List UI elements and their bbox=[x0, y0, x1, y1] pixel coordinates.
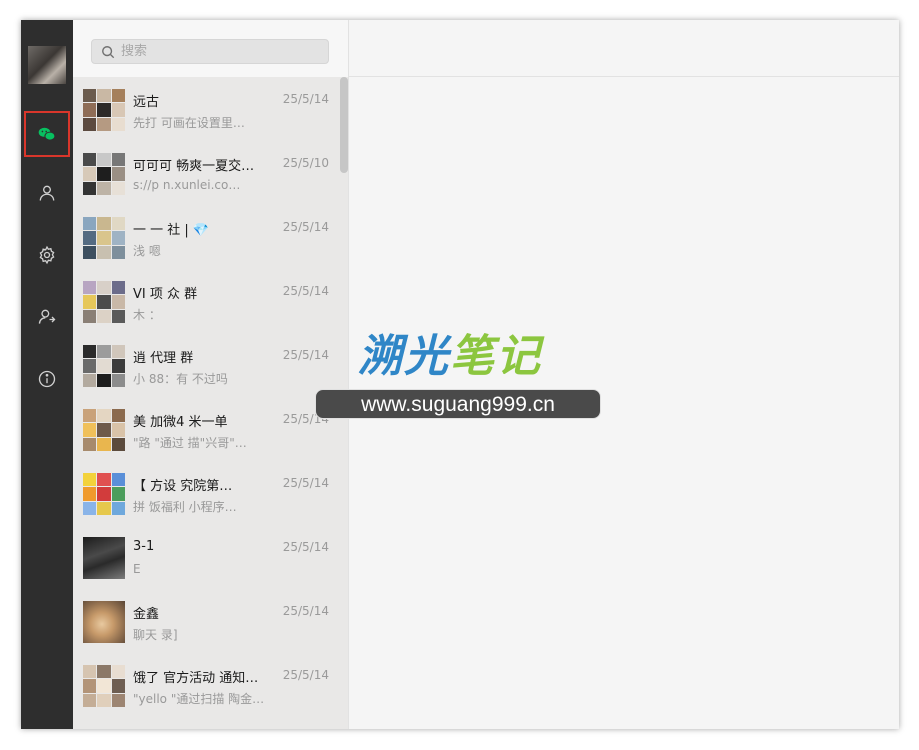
search-area bbox=[73, 20, 348, 77]
gear-icon bbox=[39, 245, 55, 265]
chat-preview: "yello "通过扫描 陶金… bbox=[133, 692, 265, 706]
chat-time: 25/5/14 bbox=[282, 604, 329, 618]
sidebar-item-chats[interactable] bbox=[24, 111, 70, 157]
chat-item[interactable]: 金鑫 聊天 录] 25/5/14 bbox=[73, 589, 341, 653]
chat-time: 25/5/14 bbox=[282, 284, 329, 298]
chat-list: 远古 先打 可画在设置里… 25/5/14 可可可 畅爽一夏交… s://p n… bbox=[73, 77, 348, 729]
user-avatar[interactable] bbox=[28, 46, 66, 84]
watermark-logo-part2: 笔记 bbox=[450, 331, 542, 382]
chat-avatar bbox=[83, 345, 125, 387]
sidebar-item-account[interactable] bbox=[26, 296, 68, 338]
person-icon bbox=[39, 185, 55, 201]
person-switch-icon bbox=[38, 309, 56, 324]
sidebar-item-about[interactable] bbox=[26, 358, 68, 400]
chat-avatar bbox=[83, 601, 125, 643]
chat-list-pane: 远古 先打 可画在设置里… 25/5/14 可可可 畅爽一夏交… s://p n… bbox=[73, 20, 348, 729]
chat-item[interactable]: 一 一 社 | 💎 浅 嗯 25/5/14 bbox=[73, 205, 341, 269]
chat-name: 美 加微4 米一单 bbox=[133, 415, 228, 430]
chat-name: 可可可 畅爽一夏交… bbox=[133, 159, 255, 174]
search-box[interactable] bbox=[91, 39, 329, 64]
chat-time: 25/5/14 bbox=[282, 348, 329, 362]
chat-preview: 木 ： bbox=[133, 308, 161, 322]
chat-bubbles-icon bbox=[38, 127, 56, 141]
chat-preview: 聊天 录] bbox=[133, 628, 178, 642]
chat-avatar bbox=[83, 153, 125, 195]
search-input[interactable] bbox=[119, 43, 323, 60]
chat-time: 25/5/14 bbox=[282, 540, 329, 554]
chat-avatar bbox=[83, 537, 125, 579]
chat-time: 25/5/10 bbox=[282, 156, 329, 170]
sidebar-item-contacts[interactable] bbox=[26, 172, 68, 214]
chat-time: 25/5/14 bbox=[282, 476, 329, 490]
sidebar bbox=[21, 20, 73, 729]
chat-time: 25/5/14 bbox=[282, 668, 329, 682]
chat-item[interactable]: 可可可 畅爽一夏交… s://p n.xunlei.co… 25/5/10 bbox=[73, 141, 341, 205]
chat-name: 远古 bbox=[133, 95, 160, 110]
chat-item[interactable]: 【 方设 究院第… 拼 饭福利 小程序… 25/5/14 bbox=[73, 461, 341, 525]
info-icon bbox=[38, 370, 56, 388]
chat-name: 【 方设 究院第… bbox=[133, 479, 233, 494]
chat-avatar bbox=[83, 281, 125, 323]
chat-item[interactable]: 饿了 官方活动 通知… "yello "通过扫描 陶金… 25/5/14 bbox=[73, 653, 341, 717]
chat-preview: 小 88：有 不过吗 bbox=[133, 372, 228, 386]
chat-name: 金鑫 bbox=[133, 607, 160, 622]
chat-name: 逍 代理 群 bbox=[133, 351, 194, 366]
chat-preview: "路 "通过 描"兴哥"… bbox=[133, 436, 247, 450]
chat-item[interactable]: VI 项 众 群 木 ： 25/5/14 bbox=[73, 269, 341, 333]
chat-list-scrollbar[interactable] bbox=[340, 77, 348, 173]
chat-name: VI 项 众 群 bbox=[133, 287, 198, 302]
chat-time: 25/5/14 bbox=[282, 220, 329, 234]
chat-avatar bbox=[83, 665, 125, 707]
watermark-logo-part1: 溯光 bbox=[358, 331, 450, 382]
chat-item[interactable]: 远古 先打 可画在设置里… 25/5/14 bbox=[73, 77, 341, 141]
chat-preview: 拼 饭福利 小程序… bbox=[133, 500, 237, 514]
chat-name: 一 一 社 | 💎 bbox=[133, 223, 210, 238]
chat-avatar bbox=[83, 409, 125, 451]
conversation-header bbox=[349, 20, 899, 77]
chat-preview: 浅 嗯 bbox=[133, 244, 161, 258]
sidebar-item-settings[interactable] bbox=[26, 234, 68, 276]
watermark-url: www.suguang999.cn bbox=[315, 389, 601, 419]
chat-avatar bbox=[83, 217, 125, 259]
chat-item[interactable]: 美 加微4 米一单 "路 "通过 描"兴哥"… 25/5/14 bbox=[73, 397, 341, 461]
chat-time: 25/5/14 bbox=[282, 92, 329, 106]
chat-name: 饿了 官方活动 通知… bbox=[133, 671, 259, 686]
chat-avatar bbox=[83, 89, 125, 131]
chat-preview: s://p n.xunlei.co… bbox=[133, 178, 241, 192]
search-icon bbox=[102, 45, 115, 58]
chat-item[interactable]: 3-1 E 25/5/14 bbox=[73, 525, 341, 589]
chat-preview: 先打 可画在设置里… bbox=[133, 116, 245, 130]
chat-name: 3-1 bbox=[133, 539, 155, 554]
watermark-logo: 溯光笔记 bbox=[358, 320, 542, 384]
chat-item[interactable]: 逍 代理 群 小 88：有 不过吗 25/5/14 bbox=[73, 333, 341, 397]
chat-avatar bbox=[83, 473, 125, 515]
chat-preview: E bbox=[133, 562, 141, 576]
